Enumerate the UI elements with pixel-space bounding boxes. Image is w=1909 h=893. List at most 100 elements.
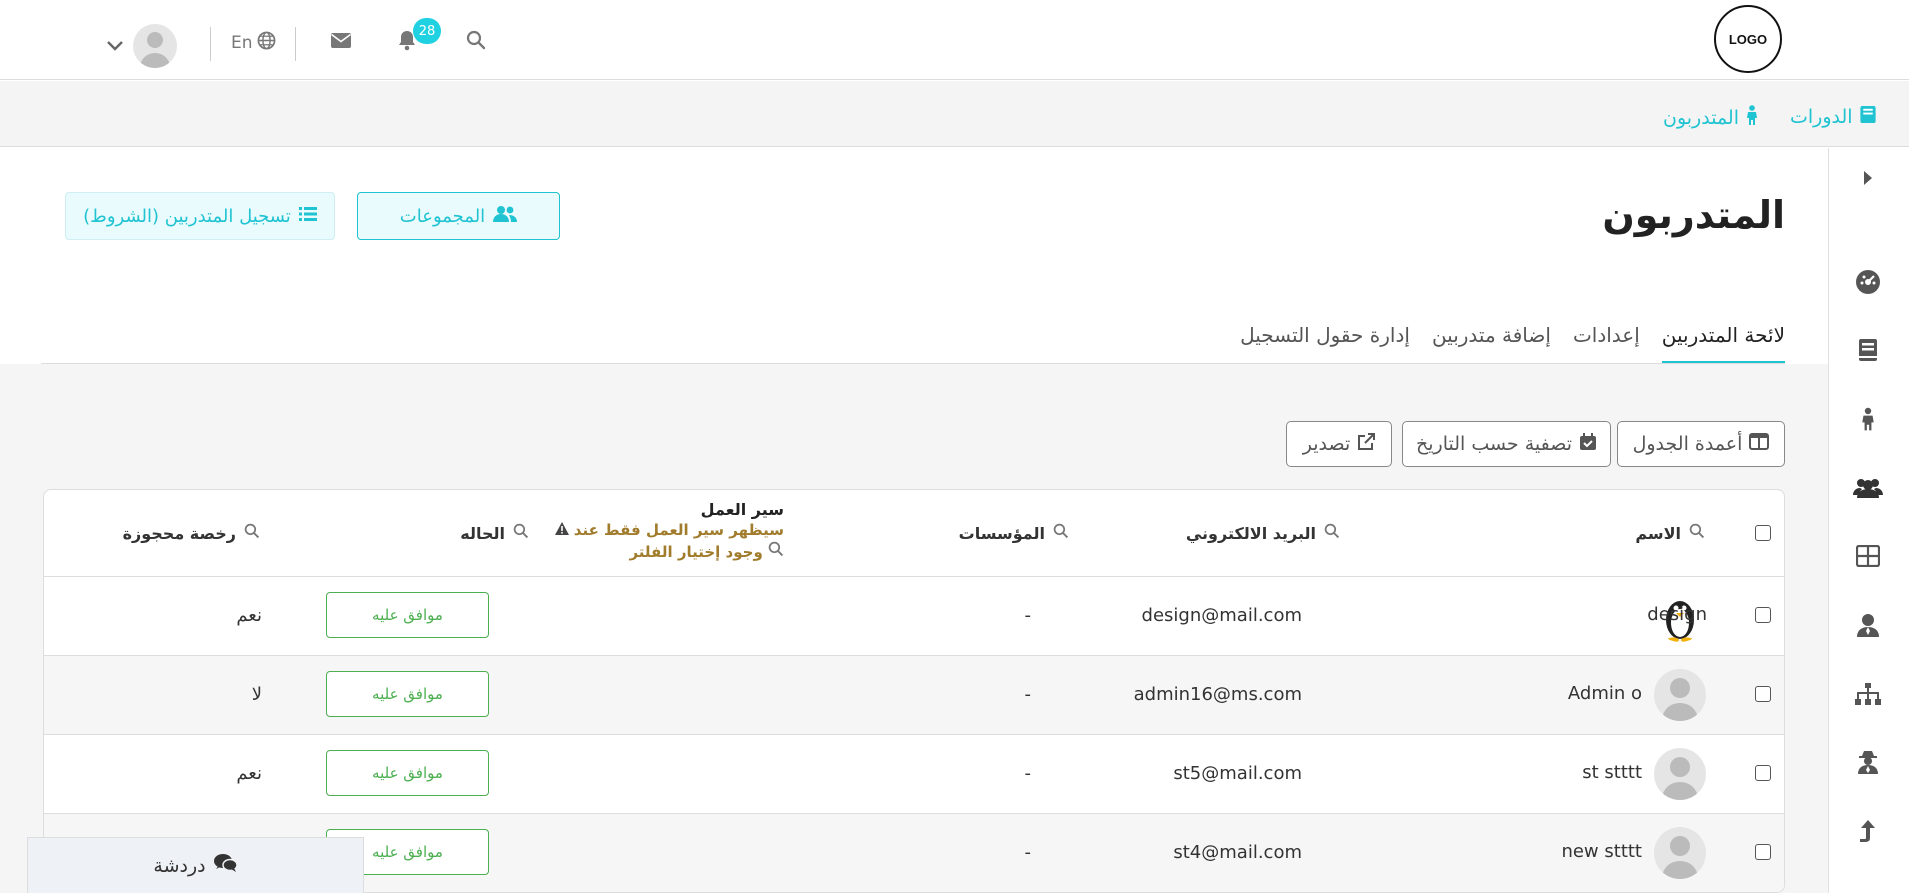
globe-icon bbox=[257, 31, 276, 55]
dashboard-icon[interactable] bbox=[1853, 267, 1883, 297]
grid-icon[interactable] bbox=[1853, 541, 1883, 571]
search-icon[interactable] bbox=[244, 523, 260, 543]
trainees-table: الاسم البريد الالكتروني المؤسسات سير الع… bbox=[43, 489, 1785, 893]
table-columns-label: أعمدة الجدول bbox=[1632, 433, 1743, 455]
row-checkbox[interactable] bbox=[1755, 765, 1771, 781]
row-checkbox[interactable] bbox=[1755, 844, 1771, 860]
breadcrumb-bar bbox=[0, 81, 1909, 147]
row-name[interactable]: Admin o bbox=[1568, 683, 1642, 704]
column-header-name-label: الاسم bbox=[1635, 523, 1681, 543]
row-institutions: - bbox=[1024, 763, 1032, 784]
groups-button-label: المجموعات bbox=[399, 205, 486, 227]
row-license: لا bbox=[251, 684, 262, 705]
select-all-checkbox[interactable] bbox=[1755, 525, 1771, 541]
table-row[interactable]: design design@mail.com - موافق عليه نعم bbox=[44, 576, 1784, 655]
groups-button[interactable]: المجموعات bbox=[357, 192, 560, 240]
column-header-status[interactable]: الحاله bbox=[460, 523, 529, 543]
row-email: admin16@ms.com bbox=[1133, 684, 1302, 705]
status-badge[interactable]: موافق عليه bbox=[326, 592, 489, 638]
columns-icon bbox=[1749, 433, 1770, 455]
search-icon[interactable] bbox=[1053, 523, 1069, 543]
level-up-icon[interactable] bbox=[1853, 816, 1883, 846]
date-filter-button[interactable]: تصفية حسب التاريخ bbox=[1402, 421, 1611, 467]
column-header-workflow[interactable]: سير العمل سيظهر سير العمل فقط عند وجود إ… bbox=[544, 500, 784, 563]
external-link-icon bbox=[1357, 432, 1376, 456]
avatar bbox=[1654, 827, 1706, 879]
search-icon[interactable] bbox=[1689, 523, 1705, 543]
date-filter-label: تصفية حسب التاريخ bbox=[1415, 433, 1573, 455]
sitemap-icon[interactable] bbox=[1853, 679, 1883, 709]
search-icon[interactable] bbox=[513, 523, 529, 543]
column-header-institutions-label: المؤسسات bbox=[958, 523, 1045, 543]
search-icon[interactable] bbox=[1324, 523, 1340, 543]
avatar bbox=[1654, 669, 1706, 721]
calendar-check-icon bbox=[1579, 432, 1597, 456]
list-icon bbox=[298, 206, 317, 227]
row-institutions: - bbox=[1024, 842, 1032, 863]
row-license: نعم bbox=[236, 605, 262, 626]
warning-icon bbox=[554, 521, 569, 539]
side-navigation bbox=[1828, 148, 1909, 893]
workflow-warning-text: سيظهر سير العمل فقط عند وجود إختيار الفل… bbox=[573, 521, 784, 561]
comments-icon bbox=[213, 853, 238, 878]
tab-add-trainees[interactable]: إضافة متدربين bbox=[1432, 318, 1551, 363]
search-icon[interactable] bbox=[768, 541, 784, 561]
column-header-status-label: الحاله bbox=[460, 523, 505, 543]
person-icon bbox=[1745, 105, 1759, 130]
table-row[interactable]: Admin o admin16@ms.com - موافق عليه لا bbox=[44, 655, 1784, 734]
row-name[interactable]: design bbox=[1647, 604, 1707, 625]
mail-icon[interactable] bbox=[330, 32, 352, 53]
divider bbox=[210, 27, 211, 61]
row-name[interactable]: st stttt bbox=[1582, 762, 1642, 783]
column-header-reserved-license-label: رخصة محجوزة bbox=[122, 523, 236, 543]
row-checkbox[interactable] bbox=[1755, 607, 1771, 623]
column-header-reserved-license[interactable]: رخصة محجوزة bbox=[123, 523, 260, 543]
avatar bbox=[1654, 748, 1706, 800]
book-icon bbox=[1859, 105, 1877, 129]
register-trainees-button[interactable]: تسجيل المتدربين (الشروط) bbox=[65, 192, 335, 240]
user-avatar[interactable] bbox=[133, 24, 177, 68]
caret-right-icon[interactable] bbox=[1853, 163, 1883, 193]
column-header-institutions[interactable]: المؤسسات bbox=[959, 523, 1069, 543]
breadcrumb-courses-label: الدورات bbox=[1790, 106, 1853, 128]
language-switcher[interactable]: En bbox=[231, 31, 276, 55]
user-tie-icon[interactable] bbox=[1853, 610, 1883, 640]
tab-settings[interactable]: إعدادات bbox=[1573, 318, 1640, 363]
breadcrumb-trainees-label: المتدربون bbox=[1663, 106, 1739, 129]
status-badge[interactable]: موافق عليه bbox=[326, 671, 489, 717]
column-header-email[interactable]: البريد الالكتروني bbox=[1186, 523, 1340, 543]
tab-registration-fields[interactable]: إدارة حقول التسجيل bbox=[1240, 318, 1410, 363]
column-header-email-label: البريد الالكتروني bbox=[1185, 523, 1316, 543]
notifications-badge: 28 bbox=[413, 18, 441, 44]
export-label: تصدير bbox=[1302, 433, 1351, 455]
tab-trainees-list[interactable]: لائحة المتدربين bbox=[1661, 318, 1785, 363]
status-badge[interactable]: موافق عليه bbox=[326, 750, 489, 796]
chat-widget[interactable]: دردشة bbox=[27, 837, 364, 893]
table-columns-button[interactable]: أعمدة الجدول bbox=[1617, 421, 1785, 467]
export-button[interactable]: تصدير bbox=[1286, 421, 1392, 467]
breadcrumb-trainees[interactable]: المتدربون bbox=[1663, 105, 1759, 130]
table-row[interactable]: st stttt st5@mail.com - موافق عليه نعم bbox=[44, 734, 1784, 813]
chevron-down-icon[interactable] bbox=[106, 37, 124, 56]
column-header-workflow-label: سير العمل bbox=[700, 500, 784, 519]
row-name[interactable]: new stttt bbox=[1561, 841, 1642, 862]
users-icon bbox=[493, 205, 518, 228]
workflow-warning: سيظهر سير العمل فقط عند وجود إختيار الفل… bbox=[544, 519, 784, 563]
book-icon[interactable] bbox=[1853, 335, 1883, 365]
row-email: design@mail.com bbox=[1141, 605, 1302, 626]
language-label: En bbox=[231, 33, 253, 53]
row-checkbox[interactable] bbox=[1755, 686, 1771, 702]
row-license: نعم bbox=[236, 763, 262, 784]
row-institutions: - bbox=[1024, 684, 1032, 705]
tabs: لائحة المتدربين إعدادات إضافة متدربين إد… bbox=[41, 318, 1785, 364]
person-icon[interactable] bbox=[1853, 404, 1883, 434]
user-secret-icon[interactable] bbox=[1853, 747, 1883, 777]
logo[interactable]: LOGO bbox=[1714, 5, 1782, 73]
breadcrumb-courses[interactable]: الدورات bbox=[1790, 105, 1877, 129]
divider bbox=[295, 27, 296, 61]
register-trainees-button-label: تسجيل المتدربين (الشروط) bbox=[83, 205, 291, 227]
users-icon[interactable] bbox=[1853, 473, 1883, 503]
search-icon[interactable] bbox=[466, 30, 486, 54]
column-header-name[interactable]: الاسم bbox=[1635, 523, 1705, 543]
chat-label: دردشة bbox=[153, 854, 206, 877]
